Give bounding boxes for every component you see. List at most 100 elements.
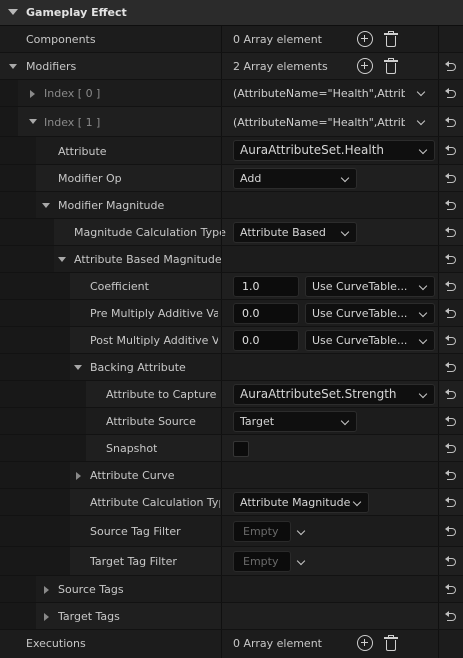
reset-column-divider (438, 165, 439, 191)
chevron-down-icon (418, 308, 428, 318)
expand-caret-icon[interactable] (29, 119, 37, 124)
add-element-icon[interactable] (357, 31, 373, 47)
chevron-down-icon (418, 281, 428, 291)
index-1-value: (AttributeName="Health",Attribut (233, 116, 405, 129)
expand-caret-icon[interactable] (44, 586, 49, 594)
reset-to-default-icon[interactable] (445, 497, 457, 508)
column-divider (221, 603, 222, 629)
chevron-down-icon[interactable] (416, 87, 426, 97)
coefficient-label: Coefficient (90, 280, 149, 293)
column-divider (221, 354, 222, 380)
post-multiply-curve-select[interactable]: Use CurveTable... (305, 330, 435, 351)
reset-to-default-icon[interactable] (445, 362, 457, 373)
reset-to-default-icon[interactable] (445, 227, 457, 238)
reset-to-default-icon[interactable] (445, 200, 457, 211)
reset-to-default-icon[interactable] (445, 389, 457, 400)
attribute-select[interactable]: AuraAttributeSet.Health (233, 140, 435, 161)
reset-to-default-icon[interactable] (445, 117, 457, 128)
collapse-caret-icon[interactable] (8, 9, 18, 15)
attribute-source-row: Attribute Source Target (0, 408, 463, 435)
column-divider (221, 26, 222, 52)
source-tag-filter-label: Source Tag Filter (90, 525, 181, 538)
reset-column-divider (438, 381, 439, 407)
expand-caret-icon[interactable] (30, 90, 35, 98)
reset-to-default-icon[interactable] (445, 526, 457, 537)
expand-caret-icon[interactable] (76, 472, 81, 480)
reset-to-default-icon[interactable] (445, 443, 457, 454)
pre-multiply-curve-select[interactable]: Use CurveTable... (305, 303, 435, 324)
trash-icon[interactable] (384, 31, 398, 47)
column-divider (221, 435, 222, 461)
snapshot-checkbox[interactable] (233, 441, 249, 457)
magnitude-calc-type-select[interactable]: Attribute Based (233, 222, 357, 243)
indent-guide (0, 300, 70, 326)
expand-caret-icon[interactable] (9, 64, 17, 69)
attribute-calc-type-select[interactable]: Attribute Magnitude (233, 492, 369, 513)
reset-to-default-icon[interactable] (445, 308, 457, 319)
reset-column-divider (438, 603, 439, 629)
attribute-curve-row[interactable]: Attribute Curve (0, 462, 463, 489)
reset-to-default-icon[interactable] (445, 416, 457, 427)
attribute-calc-type-row: Attribute Calculation Type Attribute Mag… (0, 489, 463, 516)
source-tags-row[interactable]: Source Tags (0, 576, 463, 603)
expand-caret-icon[interactable] (42, 203, 50, 208)
reset-to-default-icon[interactable] (445, 61, 457, 72)
chevron-down-icon (418, 145, 428, 155)
indent-guide (0, 219, 54, 245)
modifiers-label: Modifiers (26, 60, 77, 73)
post-multiply-input[interactable]: 0.0 (233, 330, 299, 351)
column-divider (221, 462, 222, 488)
source-tag-filter-box[interactable]: Empty (233, 521, 291, 542)
components-value: 0 Array element (233, 33, 322, 46)
reset-to-default-icon[interactable] (445, 88, 457, 99)
indent-guide (0, 489, 70, 515)
attribute-source-select[interactable]: Target (233, 411, 357, 432)
chevron-down-icon[interactable] (416, 116, 426, 126)
target-tags-row[interactable]: Target Tags (0, 603, 463, 630)
attribute-based-magnitude-row[interactable]: Attribute Based Magnitude (0, 246, 463, 273)
target-tag-filter-box[interactable]: Empty (233, 551, 291, 572)
reset-to-default-icon[interactable] (445, 335, 457, 346)
chevron-down-icon[interactable] (296, 556, 306, 566)
reset-to-default-icon[interactable] (445, 470, 457, 481)
reset-to-default-icon[interactable] (445, 254, 457, 265)
magnitude-calc-type-row: Magnitude Calculation Type Attribute Bas… (0, 219, 463, 246)
reset-column-divider (438, 408, 439, 434)
reset-to-default-icon[interactable] (445, 281, 457, 292)
reset-column-divider (438, 547, 439, 575)
column-divider (221, 327, 222, 353)
chevron-down-icon (340, 227, 350, 237)
indent-guide (0, 354, 70, 380)
add-element-icon[interactable] (357, 635, 373, 651)
trash-icon[interactable] (384, 635, 398, 651)
column-divider (221, 80, 222, 106)
reset-to-default-icon[interactable] (445, 556, 457, 567)
modifier-op-row: Modifier Op Add (0, 165, 463, 192)
reset-to-default-icon[interactable] (445, 584, 457, 595)
reset-to-default-icon[interactable] (445, 173, 457, 184)
coefficient-curve-select[interactable]: Use CurveTable... (305, 276, 435, 297)
reset-column-divider (438, 192, 439, 218)
expand-caret-icon[interactable] (44, 613, 49, 621)
gameplay-effect-section-header[interactable]: Gameplay Effect (0, 0, 463, 26)
pre-multiply-label: Pre Multiply Additive Va (90, 307, 218, 320)
index-0-row[interactable]: Index [ 0 ] (AttributeName="Health",Attr… (0, 80, 463, 107)
coefficient-input[interactable]: 1.0 (233, 276, 299, 297)
chevron-down-icon[interactable] (296, 526, 306, 536)
modifiers-row[interactable]: Modifiers 2 Array elements (0, 53, 463, 80)
backing-attribute-row[interactable]: Backing Attribute (0, 354, 463, 381)
column-divider (221, 137, 222, 164)
pre-multiply-input[interactable]: 0.0 (233, 303, 299, 324)
expand-caret-icon[interactable] (58, 257, 66, 262)
trash-icon[interactable] (384, 58, 398, 74)
expand-caret-icon[interactable] (74, 365, 82, 370)
modifier-op-select[interactable]: Add (233, 168, 357, 189)
indent-guide (0, 381, 86, 407)
components-label: Components (26, 33, 96, 46)
modifier-magnitude-row[interactable]: Modifier Magnitude (0, 192, 463, 219)
attribute-to-capture-select[interactable]: AuraAttributeSet.Strength (233, 384, 435, 405)
reset-to-default-icon[interactable] (445, 145, 457, 156)
index-1-row[interactable]: Index [ 1 ] (AttributeName="Health",Attr… (0, 107, 463, 137)
reset-to-default-icon[interactable] (445, 611, 457, 622)
add-element-icon[interactable] (357, 58, 373, 74)
